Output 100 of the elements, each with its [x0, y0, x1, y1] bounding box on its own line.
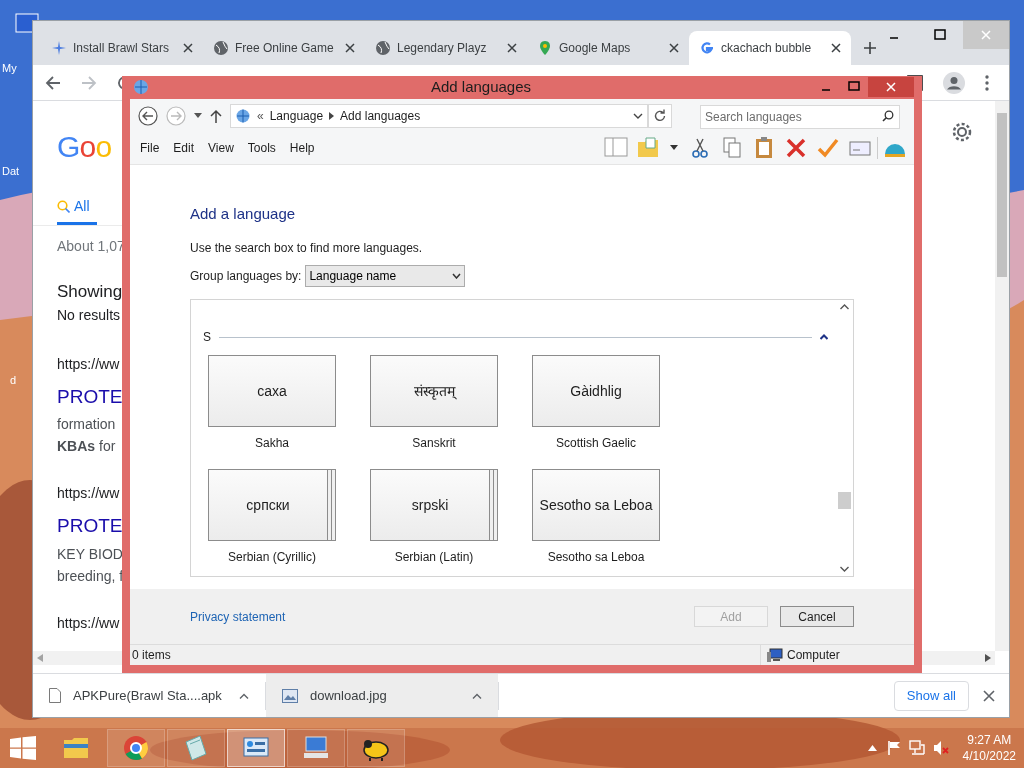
tab-title: ckachach bubble	[721, 40, 813, 57]
download-item[interactable]: APKPure(Brawl Sta....apk	[33, 674, 265, 717]
chevron-icon	[329, 111, 335, 120]
breadcrumb-item[interactable]: Language	[269, 106, 324, 125]
chevron-up-icon[interactable]	[867, 745, 877, 751]
language-name: Sesotho sa Leboa	[547, 549, 645, 566]
browser-tab[interactable]: Legendary Playz	[365, 31, 527, 65]
delete-icon[interactable]	[784, 136, 808, 160]
menu-item[interactable]: Help	[289, 139, 315, 157]
tab-title: Install Brawl Stars	[73, 40, 171, 57]
new-tab-icon[interactable]	[863, 41, 877, 55]
group-letter: S	[203, 329, 211, 346]
language-tile[interactable]: Gàidhlig	[532, 355, 660, 427]
result-snippet: formation	[57, 415, 117, 433]
taskbar-button[interactable]	[227, 729, 285, 767]
settings-icon[interactable]	[951, 121, 973, 143]
menu-item[interactable]: File	[140, 139, 160, 157]
scroll-up-icon[interactable]	[840, 304, 849, 310]
checkmark-icon[interactable]	[816, 136, 840, 160]
taskbar-button[interactable]	[347, 729, 405, 767]
profile-icon[interactable]	[943, 71, 965, 94]
result-url[interactable]: https://ww	[57, 483, 123, 504]
address-bar[interactable]: « Language Add languages	[230, 103, 648, 128]
tab-title: Legendary Playz	[397, 40, 488, 57]
menu-item[interactable]: Tools	[247, 139, 276, 157]
map-pin-icon	[537, 40, 553, 56]
browser-tab[interactable]: Free Online Game	[203, 31, 365, 65]
globe-icon	[213, 40, 229, 56]
download-name: APKPure(Brawl Sta....apk	[73, 686, 223, 705]
language-tile[interactable]: српски	[208, 469, 328, 541]
search-tab[interactable]: All	[57, 191, 97, 225]
chevron-down-icon	[452, 273, 462, 279]
language-tile[interactable]: саха	[208, 355, 336, 427]
date-text: 4/10/2022	[962, 748, 1016, 764]
close-icon[interactable]	[183, 43, 193, 53]
close-icon[interactable]	[507, 43, 517, 53]
privacy-link[interactable]: Privacy statement	[190, 607, 286, 626]
scrollbar[interactable]	[995, 101, 1009, 651]
language-icon	[132, 78, 150, 97]
scroll-down-icon[interactable]	[840, 566, 849, 572]
language-tile[interactable]: Sesotho sa Leboa	[532, 469, 660, 541]
tab-title: Google Maps	[559, 40, 632, 57]
search-icon	[57, 200, 70, 213]
menu-item[interactable]: View	[208, 139, 234, 157]
globe-icon	[375, 40, 391, 56]
cancel-button[interactable]: Cancel	[780, 606, 854, 627]
close-icon[interactable]	[983, 689, 995, 702]
language-name: Sanskrit	[412, 435, 456, 452]
menu-icon[interactable]	[985, 74, 989, 91]
hint-text: Use the search box to find more languages.	[190, 240, 424, 257]
scrollbar-thumb[interactable]	[997, 113, 1007, 277]
dropdown-icon[interactable]	[633, 112, 643, 119]
desktop-icon-label[interactable]: Dat	[2, 163, 20, 180]
language-name: Serbian (Cyrillic)	[228, 549, 316, 566]
language-name: Sakha	[255, 435, 289, 452]
language-tile[interactable]: संस्कृतम्	[370, 355, 498, 427]
computer-icon	[767, 648, 783, 662]
download-item[interactable]: download.jpg	[266, 674, 498, 717]
result-url[interactable]: https://ww	[57, 612, 123, 634]
windows-start-icon[interactable]	[10, 736, 36, 760]
status-text: 0 items	[132, 647, 171, 664]
close-icon[interactable]	[345, 43, 355, 53]
breadcrumb-item[interactable]: Add languages	[340, 106, 421, 125]
section-heading: Add a language	[190, 203, 297, 224]
result-url[interactable]: https://ww	[57, 353, 123, 375]
desktop-icon-label[interactable]: My	[2, 60, 17, 77]
language-tile[interactable]: srpski	[370, 469, 490, 541]
search-field[interactable]: Search languages	[700, 104, 900, 129]
result-snippet: KEY BIOD	[57, 544, 123, 563]
image-file-icon	[282, 688, 298, 703]
time-text: 9:27 AM	[967, 732, 1012, 748]
group-by-dropdown[interactable]: Language name	[305, 265, 466, 287]
browser-tab[interactable]: ckachach bubble	[689, 31, 851, 65]
language-name: Scottish Gaelic	[555, 435, 636, 452]
close-icon[interactable]	[831, 43, 841, 53]
up-icon[interactable]	[210, 108, 222, 123]
scrollbar-thumb[interactable]	[838, 492, 851, 509]
status-location: Computer	[787, 647, 840, 664]
scroll-left-icon	[37, 654, 43, 662]
dropdown-icon[interactable]	[194, 113, 202, 118]
close-icon[interactable]	[669, 43, 679, 53]
volume-muted-icon[interactable]	[932, 740, 949, 756]
result-title[interactable]: PROTE	[57, 512, 123, 541]
back-icon[interactable]	[45, 74, 61, 91]
collapse-icon[interactable]	[820, 334, 828, 340]
browser-tab[interactable]: Install Brawl Stars	[41, 31, 203, 65]
show-all-button[interactable]: Show all	[893, 680, 969, 711]
download-name: download.jpg	[310, 686, 388, 705]
result-title[interactable]: PROTE	[57, 382, 123, 411]
back-icon[interactable]	[138, 105, 158, 126]
field-label: Group languages by:	[190, 268, 302, 285]
flag-icon[interactable]	[886, 740, 901, 756]
menu-item[interactable]: Edit	[173, 139, 195, 157]
breadcrumb-overflow[interactable]: «	[257, 106, 264, 125]
tab-title: Free Online Game	[235, 40, 335, 57]
spelling-notice: Showing	[57, 281, 123, 303]
browser-tab[interactable]: Google Maps	[527, 31, 689, 65]
refresh-icon[interactable]	[648, 103, 672, 128]
google-logo: Goo	[57, 129, 113, 165]
network-icon[interactable]	[908, 740, 925, 756]
